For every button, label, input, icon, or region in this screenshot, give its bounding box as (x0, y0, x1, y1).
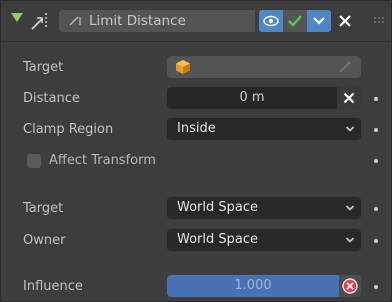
animate-property-dot[interactable] (374, 207, 378, 211)
animate-property-dot[interactable] (374, 97, 378, 101)
target-row: Target (1, 56, 391, 80)
chevron-down-icon (345, 205, 355, 211)
distance-row: Distance 0 m (1, 87, 391, 111)
delete-constraint-button[interactable] (333, 10, 357, 32)
constraint-name-field[interactable]: Limit Distance (59, 10, 255, 32)
owner-space-label: Owner (23, 233, 66, 248)
influence-row: Influence 1.000 (1, 275, 391, 299)
constraint-name-text: Limit Distance (89, 13, 186, 29)
close-circle-icon (342, 278, 358, 294)
owner-space-value: World Space (177, 232, 259, 247)
affect-transform-checkbox[interactable] (27, 154, 41, 168)
target-space-row: Target World Space (1, 197, 391, 221)
clamp-region-label: Clamp Region (23, 122, 114, 137)
animate-property-dot[interactable] (374, 159, 378, 163)
eye-icon (263, 15, 279, 27)
target-space-select[interactable]: World Space (167, 197, 361, 219)
animate-property-dot[interactable] (374, 128, 378, 132)
constraint-panel: Limit Distance Target Distance 0 m Clamp… (0, 0, 392, 302)
distance-field[interactable]: 0 m (167, 87, 361, 109)
drag-grip-icon[interactable] (373, 15, 385, 27)
close-icon (343, 92, 355, 104)
target-space-value: World Space (177, 200, 259, 215)
target-field[interactable] (167, 56, 361, 78)
influence-slider[interactable]: 1.000 (167, 275, 339, 297)
influence-label: Influence (23, 279, 83, 294)
constraint-menu-button[interactable] (307, 10, 331, 32)
toggle-viewport-button[interactable] (259, 10, 283, 32)
chevron-down-icon (345, 126, 355, 132)
influence-value: 1.000 (234, 278, 272, 293)
clamp-region-row: Clamp Region Inside (1, 118, 391, 142)
chevron-down-icon (345, 237, 355, 243)
object-icon (176, 60, 190, 74)
close-icon (339, 15, 351, 27)
limit-distance-constraint-icon (31, 13, 47, 30)
target-space-label: Target (23, 201, 64, 216)
reset-distance-button[interactable] (337, 87, 361, 109)
animate-property-dot[interactable] (374, 239, 378, 243)
animate-property-dot[interactable] (374, 285, 378, 289)
owner-space-row: Owner World Space (1, 229, 391, 253)
clamp-region-select[interactable]: Inside (167, 118, 361, 140)
owner-space-select[interactable]: World Space (167, 229, 361, 251)
constraint-name-icon (69, 16, 81, 26)
enable-constraint-button[interactable] (283, 10, 307, 32)
constraint-header: Limit Distance (1, 1, 391, 42)
disable-keep-transform-button[interactable] (339, 275, 361, 297)
check-icon (288, 15, 302, 27)
affect-transform-row: Affect Transform (1, 149, 391, 173)
clamp-region-value: Inside (177, 121, 216, 136)
distance-value: 0 m (239, 90, 265, 105)
eyedropper-icon[interactable] (337, 59, 353, 75)
chevron-down-icon (313, 17, 325, 25)
distance-label: Distance (23, 91, 80, 106)
affect-transform-label: Affect Transform (49, 153, 156, 168)
disclosure-triangle-icon[interactable] (11, 13, 23, 22)
target-label: Target (23, 60, 64, 75)
